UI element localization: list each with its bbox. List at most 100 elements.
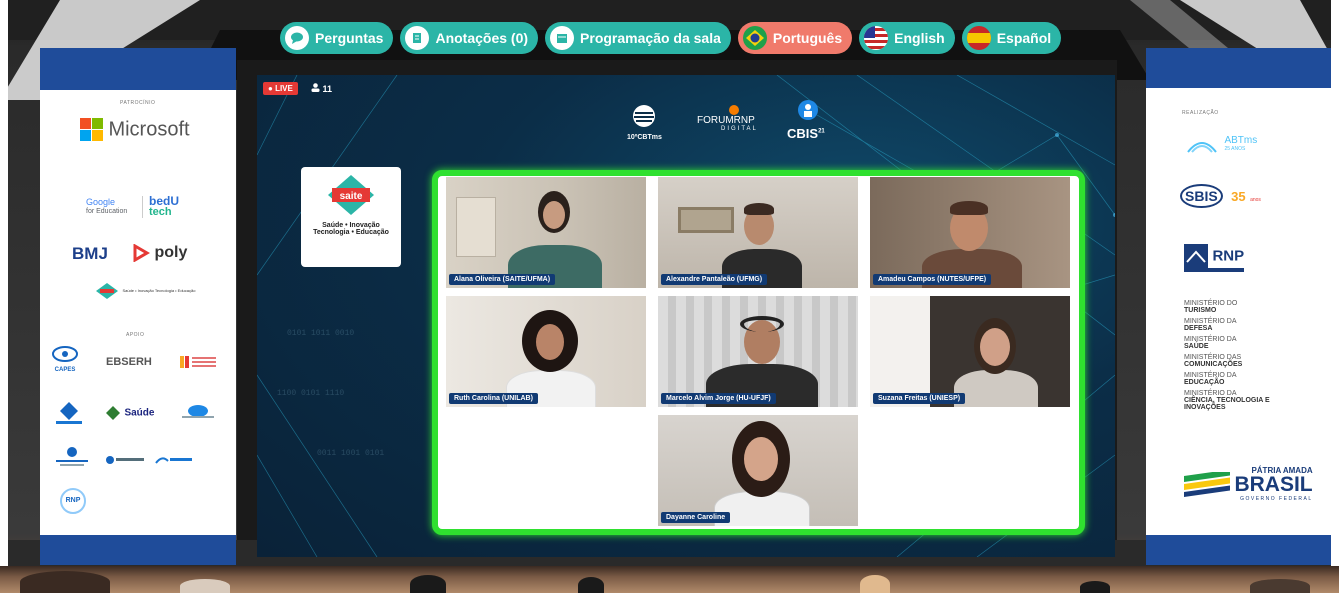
cbis-text-row: CBIS21 bbox=[787, 126, 825, 141]
ministerio-saude-logo: Saúde bbox=[106, 404, 154, 422]
cbtms-icon bbox=[633, 105, 656, 127]
brasil-sub-text: GOVERNO FEDERAL bbox=[1240, 496, 1313, 502]
schedule-label: Programação da sala bbox=[580, 30, 721, 46]
ministry-bottom: EDUCAÇÃO bbox=[1184, 379, 1225, 386]
cloud-icon bbox=[182, 405, 214, 418]
ministry-item: MINISTÉRIO DA SAÚDE bbox=[1184, 336, 1294, 350]
saite-small-logo: Saúde • Inovação Tecnologia • Educação bbox=[96, 282, 196, 300]
participant-tile[interactable]: Suzana Freitas (UNIESP) bbox=[870, 296, 1070, 407]
saite-tagline-1: Saúde • Inovação bbox=[322, 222, 380, 229]
portuguese-label: Português bbox=[772, 30, 843, 46]
saite-card: saite Saúde • Inovação Tecnologia • Educ… bbox=[301, 167, 401, 267]
viewer-count: 11 bbox=[311, 83, 332, 94]
brasil-logo: PÁTRIA AMADA BRASIL GOVERNO FEDERAL bbox=[1184, 466, 1313, 504]
forumrnp-icon bbox=[729, 105, 739, 115]
rnp-icon bbox=[1184, 244, 1208, 268]
audience-floor bbox=[0, 566, 1339, 593]
notes-label: Anotações (0) bbox=[435, 30, 529, 46]
abtms-text-block: ABTms 25 ANOS bbox=[1224, 135, 1258, 153]
top-toolbar: Perguntas Anotações (0) Programação da s… bbox=[280, 22, 1062, 54]
saite-icon: saite bbox=[328, 175, 374, 215]
saite-tagline-2: Tecnologia • Educação bbox=[313, 229, 389, 236]
video-screen: 0101 1011 0010 1100 0101 1110 0011 1001 01… bbox=[257, 75, 1115, 557]
ministry-top: MINISTÉRIO DA bbox=[1184, 390, 1237, 397]
svg-text:1100 0101 1110: 1100 0101 1110 bbox=[277, 389, 344, 398]
portuguese-button[interactable]: Português bbox=[737, 22, 853, 54]
participant-tile[interactable]: Marcelo Alvim Jorge (HU-UFJF) bbox=[658, 296, 858, 407]
saite-name: saite bbox=[340, 191, 363, 202]
left-edge bbox=[0, 0, 8, 593]
giga-logo bbox=[54, 400, 84, 431]
datasus-logo bbox=[154, 452, 194, 470]
giga-icon bbox=[56, 402, 82, 424]
audience-member bbox=[1080, 581, 1110, 593]
ministry-item: MINISTÉRIO DA DEFESA bbox=[1184, 318, 1294, 332]
spanish-label: Español bbox=[996, 30, 1052, 46]
cbis-icon bbox=[798, 100, 818, 120]
viewer-count-text: 11 bbox=[322, 84, 333, 94]
participant-tile[interactable]: Dayanne Caroline bbox=[658, 415, 858, 526]
cbis-logo: CBIS21 bbox=[787, 99, 825, 141]
participant-name: Suzana Freitas (UNIESP) bbox=[873, 393, 966, 404]
audience-member bbox=[20, 571, 110, 593]
left-banner-bottom-band bbox=[40, 535, 236, 565]
poly-icon bbox=[133, 243, 150, 263]
english-button[interactable]: English bbox=[859, 22, 955, 54]
microsoft-text: Microsoft bbox=[108, 118, 190, 141]
spain-flag-icon bbox=[966, 26, 991, 50]
sbis-text: SBIS bbox=[1180, 184, 1223, 208]
ministry-bottom: SAÚDE bbox=[1184, 343, 1209, 350]
cbtms-text: 10ºCBTms bbox=[627, 134, 662, 141]
abtms-text: ABTms bbox=[1224, 135, 1258, 146]
participant-tile[interactable]: Amadeu Campos (NUTES/UFPE) bbox=[870, 177, 1070, 288]
brazil-flag-icon bbox=[742, 26, 767, 50]
google-sub-text: for Education bbox=[86, 208, 128, 215]
audience-member bbox=[410, 575, 446, 593]
ebserh-logo: EBSERH bbox=[106, 356, 152, 368]
brasil-flag-icon bbox=[1184, 469, 1230, 497]
audience-member bbox=[578, 577, 604, 593]
schedule-icon bbox=[550, 26, 575, 50]
questions-button[interactable]: Perguntas bbox=[280, 22, 394, 54]
ministry-item: MINISTÉRIO DO TURISMO bbox=[1184, 300, 1294, 314]
cbis-text: CBIS bbox=[787, 126, 819, 141]
audience-member bbox=[860, 575, 890, 593]
capes-icon bbox=[52, 346, 78, 362]
capes-logo: CAPES bbox=[52, 346, 78, 373]
abtms-logo: ABTms 25 ANOS bbox=[1184, 132, 1257, 158]
participant-tile[interactable]: Ruth Carolina (UNILAB) bbox=[446, 296, 646, 407]
saite-small-text: Saúde • Inovação Tecnologia • Educação bbox=[122, 288, 196, 294]
abtms-sub-text: 25 ANOS bbox=[1224, 146, 1246, 152]
schedule-button[interactable]: Programação da sala bbox=[545, 22, 731, 54]
bedu-tech-logo: bedU tech bbox=[142, 195, 179, 218]
notes-button[interactable]: Anotações (0) bbox=[400, 22, 539, 54]
participant-tile[interactable]: Alana Oliveira (SAITE/UFMA) bbox=[446, 177, 646, 288]
spanish-button[interactable]: Español bbox=[961, 22, 1062, 54]
poly-logo: poly bbox=[132, 243, 188, 263]
participant-name: Alana Oliveira (SAITE/UFMA) bbox=[449, 274, 556, 285]
left-sponsor-banner: PATROCÍNIO Microsoft Google for Educatio… bbox=[40, 48, 236, 565]
participants-grid: Alana Oliveira (SAITE/UFMA) Alexandre Pa… bbox=[432, 170, 1085, 535]
participant-tile[interactable]: Alexandre Pantaleão (UFMG) bbox=[658, 177, 858, 288]
participant-name: Marcelo Alvim Jorge (HU-UFJF) bbox=[661, 393, 776, 404]
poly-text: poly bbox=[154, 244, 188, 261]
rnp-logo: RNP bbox=[1184, 244, 1245, 272]
questions-label: Perguntas bbox=[315, 30, 384, 46]
sbis-sub: anos bbox=[1250, 197, 1261, 203]
participant-name: Alexandre Pantaleão (UFMG) bbox=[661, 274, 768, 285]
ministry-top: MINISTÉRIO DA bbox=[1184, 336, 1237, 343]
proadi-icon bbox=[56, 447, 88, 466]
right-sponsor-banner: REALIZAÇÃO ABTms 25 ANOS SBIS 35 anos RN… bbox=[1146, 48, 1331, 565]
notes-icon bbox=[405, 26, 430, 50]
ministry-top: MINISTÉRIO DA bbox=[1184, 372, 1237, 379]
realization-label: REALIZAÇÃO bbox=[1182, 110, 1219, 116]
usa-flag-icon bbox=[864, 26, 889, 50]
chat-icon bbox=[285, 26, 309, 50]
svg-text:0101 1011 0010: 0101 1011 0010 bbox=[287, 329, 354, 338]
right-edge bbox=[1331, 0, 1339, 593]
virtual-auditorium: Perguntas Anotações (0) Programação da s… bbox=[0, 0, 1339, 593]
ministry-bottom: DEFESA bbox=[1184, 325, 1213, 332]
participant-name: Amadeu Campos (NUTES/UFPE) bbox=[873, 274, 992, 285]
datasus-icon bbox=[155, 457, 192, 464]
support-label: APOIO bbox=[126, 332, 145, 338]
